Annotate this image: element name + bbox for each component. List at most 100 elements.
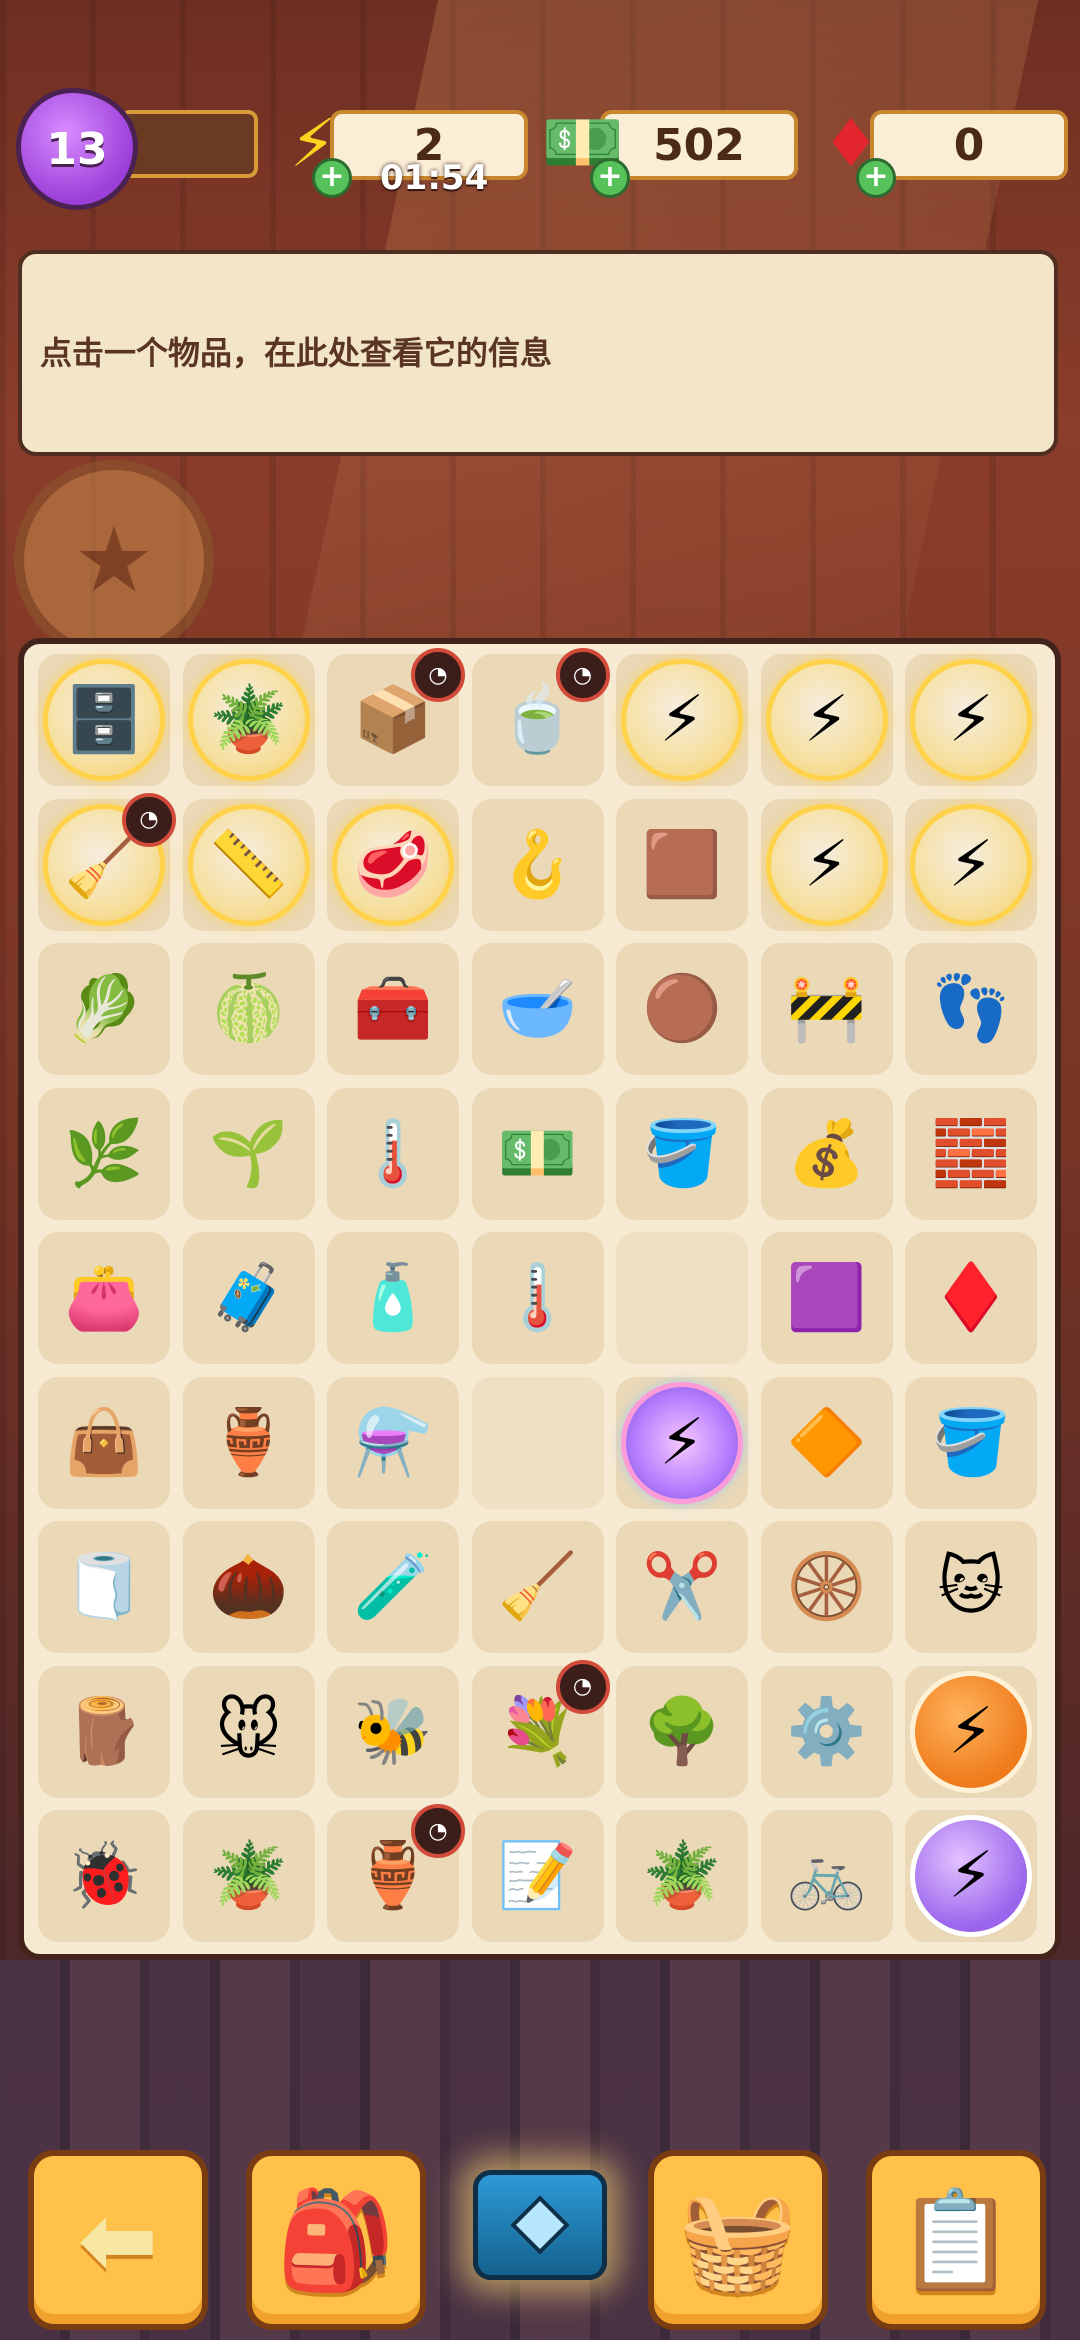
board-cell[interactable]: ⚗️ — [327, 1376, 459, 1509]
locked-energy-item[interactable]: ⚡ — [915, 664, 1027, 776]
orange-energy-item[interactable]: ⚡ — [915, 1675, 1027, 1788]
board-cell[interactable]: 📝 — [471, 1810, 604, 1942]
board-cell[interactable]: 🧹 — [471, 1521, 604, 1653]
locked-meat-item[interactable]: 🥩 — [337, 808, 449, 921]
add-cash-icon[interactable]: + — [590, 158, 630, 198]
medicine-bottles-item[interactable]: ⚗️ — [337, 1387, 449, 1499]
orange-gem-item[interactable]: 🔶 — [771, 1387, 883, 1499]
board-cell[interactable]: 🪣 — [616, 1087, 748, 1220]
board-cell[interactable]: ⚡ — [905, 798, 1037, 931]
board-cell[interactable]: 🟪 — [760, 1232, 893, 1364]
sand-bottle-item[interactable]: 🏺 — [193, 1387, 305, 1499]
chest-button[interactable] — [470, 2160, 610, 2290]
seed-bag-item[interactable]: 💰 — [771, 1098, 883, 1210]
board-cell[interactable]: 🥩 — [327, 798, 459, 931]
board-cell[interactable]: 🐭 — [182, 1665, 315, 1798]
board-cell[interactable]: 🌳 — [616, 1665, 748, 1798]
board-cell[interactable]: 🪵 — [38, 1665, 170, 1798]
board-cell[interactable]: 🍈 — [182, 943, 315, 1075]
board-cell[interactable]: ⚡ — [760, 654, 893, 786]
board-cell[interactable]: 💵 — [471, 1087, 604, 1220]
tape-roll-item[interactable]: 🧻 — [48, 1531, 160, 1643]
board-cell[interactable]: 🔶 — [760, 1376, 893, 1509]
mouse-figure-item[interactable]: 🐭 — [193, 1676, 305, 1788]
rainbow-energy-item[interactable]: ⚡ — [626, 1386, 738, 1499]
board-cell[interactable]: 🪴 — [182, 654, 315, 786]
board-cell[interactable]: 🐞 — [38, 1810, 170, 1942]
backpack-button[interactable]: 🎒 — [246, 2150, 426, 2330]
gem-bucket-item[interactable]: 🪣 — [915, 1387, 1027, 1499]
locked-tape-item[interactable]: 📏 — [192, 808, 305, 921]
locked-cabinet-item[interactable]: 🗄️ — [48, 664, 160, 776]
board-cell[interactable]: 🛞 — [760, 1521, 893, 1653]
locked-terrarium-item[interactable]: 🪴 — [192, 664, 305, 776]
medicine-jar-item[interactable]: 🧴 — [337, 1242, 449, 1354]
board-cell[interactable]: 🌰 — [182, 1521, 315, 1653]
board-cell[interactable]: 🥣 — [471, 943, 604, 1075]
board-cell[interactable]: 🧴 — [327, 1232, 459, 1364]
board-cell[interactable]: 👜 — [38, 1376, 170, 1509]
board-cell[interactable]: 🥬 — [38, 943, 170, 1075]
board-cell[interactable]: 🪴 — [182, 1810, 315, 1942]
cash-item[interactable]: 💵 — [482, 1098, 594, 1210]
board-cell[interactable]: 🌿 — [38, 1087, 170, 1220]
purple-energy-item[interactable]: ⚡ — [915, 1820, 1027, 1932]
board-cell[interactable]: 🟫 — [616, 798, 748, 931]
board-cell[interactable]: 🍵 ◔ — [471, 648, 610, 786]
board-cell[interactable] — [616, 1232, 748, 1364]
test-papers-item[interactable]: 📝 — [482, 1820, 594, 1932]
board-cell[interactable]: ⚡ — [905, 654, 1037, 786]
toolbox-item[interactable]: 🧳 — [193, 1242, 305, 1354]
cash-counter[interactable]: 502 — [600, 110, 798, 180]
hook-item[interactable]: 🪝 — [482, 809, 594, 921]
board-cell[interactable]: 🗄️ — [38, 654, 170, 786]
broom-item[interactable]: 🧹 — [482, 1531, 594, 1643]
board-cell[interactable]: ♦️ — [905, 1232, 1037, 1364]
board-cell[interactable]: 📏 — [182, 798, 315, 931]
board-cell[interactable]: 🪣 — [905, 1376, 1037, 1509]
board-cell[interactable]: 🐝 — [327, 1665, 459, 1798]
board-cell[interactable]: ⚡ — [616, 654, 748, 786]
board-cell[interactable]: 🚧 — [760, 943, 893, 1075]
locked-energy-item[interactable]: ⚡ — [770, 664, 883, 776]
board-cell[interactable]: 🐱 — [905, 1521, 1037, 1653]
pruning-shears-item[interactable]: ✂️ — [626, 1531, 738, 1643]
board-cell[interactable]: 🌡️ — [471, 1232, 604, 1364]
add-energy-icon[interactable]: + — [312, 158, 352, 198]
board-cell[interactable]: 💐 ◔ — [471, 1659, 610, 1798]
gem-counter[interactable]: 0 — [870, 110, 1068, 180]
board-cell[interactable]: 🪴 — [616, 1810, 748, 1942]
level-badge[interactable]: 13 — [16, 88, 138, 210]
board-cell[interactable]: 👣 — [905, 943, 1037, 1075]
wallet-item[interactable]: 👛 — [48, 1242, 160, 1354]
locked-energy-item[interactable]: ⚡ — [626, 664, 738, 776]
board-cell[interactable]: 👛 — [38, 1232, 170, 1364]
board-cell[interactable]: 🧱 — [905, 1087, 1037, 1220]
board-cell[interactable]: ⚡ — [905, 1810, 1037, 1942]
bush-item[interactable]: 🌳 — [626, 1676, 738, 1788]
mud-stains-item[interactable]: 🟤 — [626, 953, 738, 1065]
red-gem-item[interactable]: ♦️ — [915, 1242, 1027, 1354]
leafy-plant-item[interactable]: 🌿 — [48, 1098, 160, 1210]
board-cell[interactable]: ⚡ — [616, 1376, 748, 1509]
board-cell[interactable]: 🟤 — [616, 943, 748, 1075]
bicycle-item[interactable]: 🚲 — [771, 1820, 883, 1932]
board-cell[interactable]: ✂️ — [616, 1521, 748, 1653]
dirty-tray-item[interactable]: 🪣 — [626, 1098, 738, 1210]
board-cell[interactable]: ⚙️ — [760, 1665, 893, 1798]
wheel-item[interactable]: 🛞 — [771, 1531, 883, 1643]
wheels-item[interactable]: ⚙️ — [771, 1676, 883, 1788]
board-cell[interactable]: 🚲 — [760, 1810, 893, 1942]
big-plant-item[interactable]: 🥬 — [48, 953, 160, 1065]
basket-button[interactable]: 🧺 — [648, 2150, 828, 2330]
ladybug-item[interactable]: 🐞 — [48, 1820, 160, 1932]
seeds-item[interactable]: 🌰 — [193, 1531, 305, 1643]
locked-energy-item[interactable]: ⚡ — [915, 808, 1027, 921]
grinding-wheel-item[interactable]: 🪵 — [48, 1676, 160, 1788]
locked-energy-item[interactable]: ⚡ — [770, 808, 883, 921]
board-cell[interactable]: 🌱 — [182, 1087, 315, 1220]
first-aid-kit-item[interactable]: 🧰 — [337, 953, 449, 1065]
glass-thermometer-item[interactable]: 🌡️ — [482, 1242, 594, 1354]
sprout-item[interactable]: 🌱 — [193, 1098, 305, 1210]
melon-item[interactable]: 🍈 — [193, 953, 305, 1065]
